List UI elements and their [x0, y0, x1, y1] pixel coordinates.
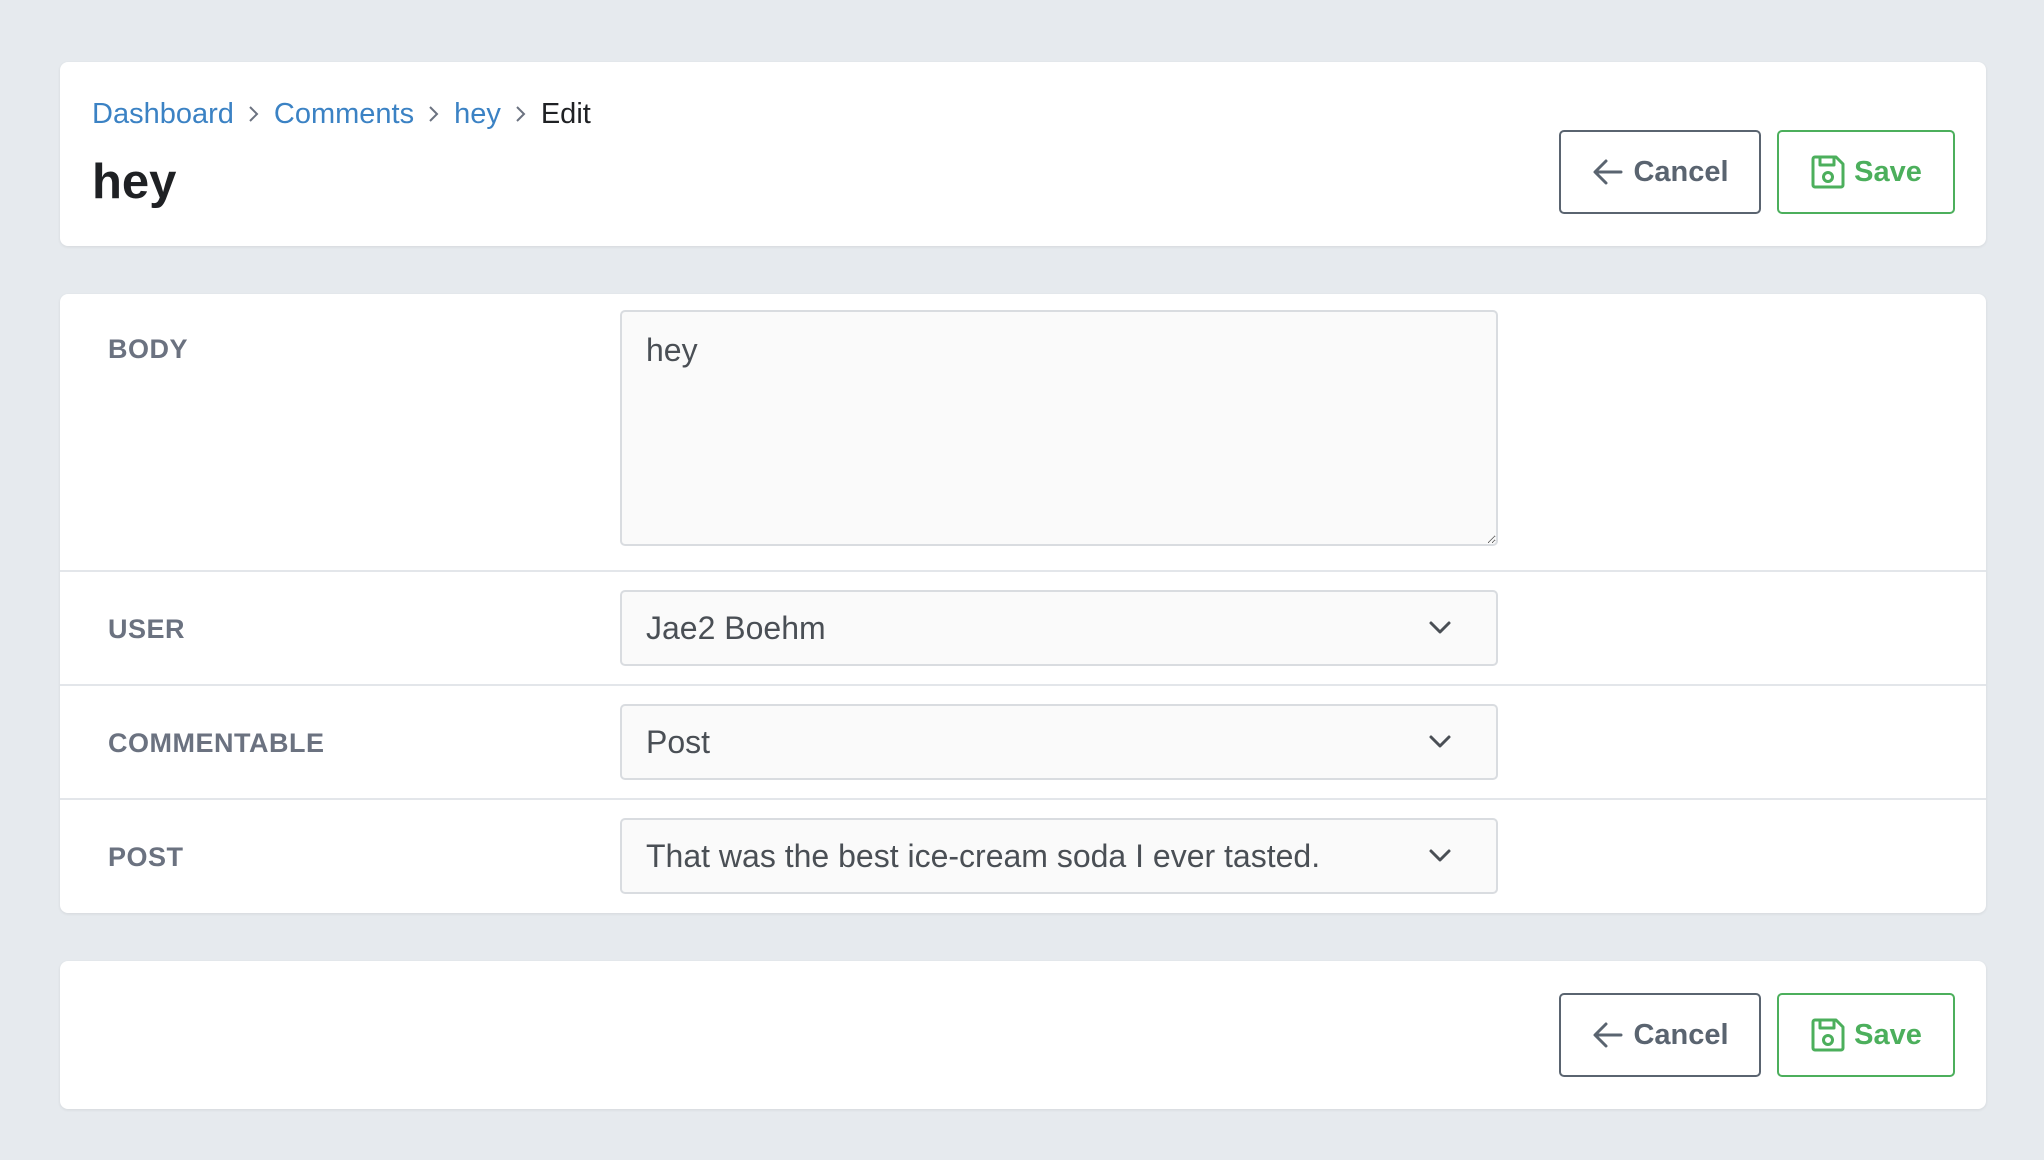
- cancel-button[interactable]: Cancel: [1559, 130, 1761, 214]
- field-commentable: COMMENTABLE Post: [60, 686, 1986, 800]
- body-textarea[interactable]: hey: [620, 310, 1498, 546]
- floppy-disk-icon: [1810, 1017, 1846, 1053]
- chevron-down-icon: [1429, 621, 1451, 634]
- breadcrumb-comments[interactable]: Comments: [274, 98, 414, 131]
- field-body: BODY hey: [60, 294, 1986, 572]
- breadcrumb-current: Edit: [540, 97, 591, 130]
- footer-cancel-button-label: Cancel: [1633, 1018, 1729, 1051]
- breadcrumb: Dashboard Comments hey Edit: [92, 98, 591, 130]
- post-select-value: That was the best ice-cream soda I ever …: [646, 837, 1321, 874]
- arrow-left-icon: [1591, 157, 1625, 187]
- user-select[interactable]: Jae2 Boehm: [620, 590, 1498, 666]
- footer-cancel-button[interactable]: Cancel: [1559, 993, 1761, 1077]
- page-title: hey: [92, 155, 177, 209]
- chevron-down-icon: [1429, 849, 1451, 862]
- chevron-down-icon: [1429, 735, 1451, 748]
- commentable-select[interactable]: Post: [620, 704, 1498, 780]
- commentable-select-value: Post: [646, 723, 711, 760]
- save-button-label: Save: [1854, 155, 1922, 188]
- chevron-right-icon: [414, 104, 454, 124]
- breadcrumb-record[interactable]: hey: [454, 98, 501, 131]
- field-label-post: POST: [108, 842, 184, 872]
- post-select[interactable]: That was the best ice-cream soda I ever …: [620, 818, 1498, 894]
- arrow-left-icon: [1591, 1020, 1625, 1050]
- chevron-right-icon: [501, 104, 541, 124]
- edit-form: BODY hey USER Jae2 Boehm COMMENTABLE Pos…: [60, 294, 1986, 913]
- user-select-value: Jae2 Boehm: [646, 609, 826, 646]
- footer-save-button[interactable]: Save: [1777, 993, 1955, 1077]
- save-button[interactable]: Save: [1777, 130, 1955, 214]
- chevron-right-icon: [234, 104, 274, 124]
- field-label-commentable: COMMENTABLE: [108, 728, 325, 758]
- floppy-disk-icon: [1810, 154, 1846, 190]
- field-user: USER Jae2 Boehm: [60, 572, 1986, 686]
- field-label-user: USER: [108, 614, 186, 644]
- field-label-body: BODY: [108, 334, 189, 364]
- field-post: POST That was the best ice-cream soda I …: [60, 800, 1986, 913]
- footer-save-button-label: Save: [1854, 1018, 1922, 1051]
- cancel-button-label: Cancel: [1633, 155, 1729, 188]
- breadcrumb-dashboard[interactable]: Dashboard: [92, 98, 234, 131]
